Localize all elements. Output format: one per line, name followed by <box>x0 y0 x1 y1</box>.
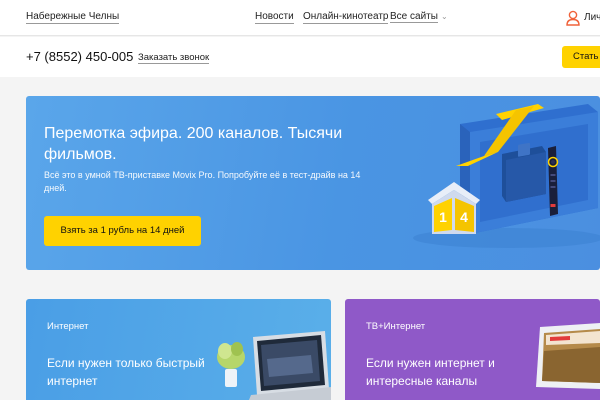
request-callback-link[interactable]: Заказать звонок <box>138 52 210 64</box>
box-number-4: 4 <box>460 209 468 225</box>
phone-number[interactable]: +7 (8552) 450-005 <box>26 49 133 64</box>
internet-card[interactable]: Интернет Если нужен только быстрый интер… <box>26 299 331 400</box>
tv-internet-card-tag: ТВ+Интернет <box>366 321 426 332</box>
internet-card-tag: Интернет <box>47 321 89 332</box>
user-icon[interactable] <box>566 10 580 26</box>
internet-card-title: Если нужен только быстрый интернет <box>47 356 205 388</box>
top-navigation-bar: Набережные Челны Новости Онлайн-кинотеат… <box>0 0 600 36</box>
tv-internet-card[interactable]: ТВ+Интернет Если нужен интернет и интере… <box>345 299 600 400</box>
tablet-illustration <box>536 323 600 389</box>
chevron-down-icon: ⌄ <box>440 12 448 21</box>
nav-link-all-sites-label: Все сайты <box>390 11 438 23</box>
tv-box-illustration: 1 4 <box>413 104 600 248</box>
city-selector[interactable]: Набережные Челны <box>26 11 120 24</box>
nav-link-news[interactable]: Новости <box>255 11 294 24</box>
nav-link-all-sites[interactable]: Все сайты ⌄ <box>390 11 448 23</box>
personal-account-link[interactable]: Лич <box>584 12 600 23</box>
become-subscriber-button[interactable]: Стать <box>562 46 600 68</box>
hero-cta-button[interactable]: Взять за 1 рубль на 14 дней <box>44 216 201 246</box>
hero-banner[interactable]: Перемотка эфира. 200 каналов. Тысячи фил… <box>26 96 600 270</box>
box-number-1: 1 <box>439 209 447 225</box>
contact-bar: +7 (8552) 450-005 Заказать звонок Стать <box>0 37 600 77</box>
laptop-illustration <box>217 331 331 400</box>
hero-title: Перемотка эфира. 200 каналов. Тысячи фил… <box>44 125 343 163</box>
nav-link-online-cinema[interactable]: Онлайн-кинотеатр <box>303 11 389 24</box>
hero-subtitle: Всё это в умной ТВ-приставке Movix Pro. … <box>44 170 361 193</box>
tv-internet-card-title: Если нужен интернет и интересные каналы <box>366 356 495 388</box>
